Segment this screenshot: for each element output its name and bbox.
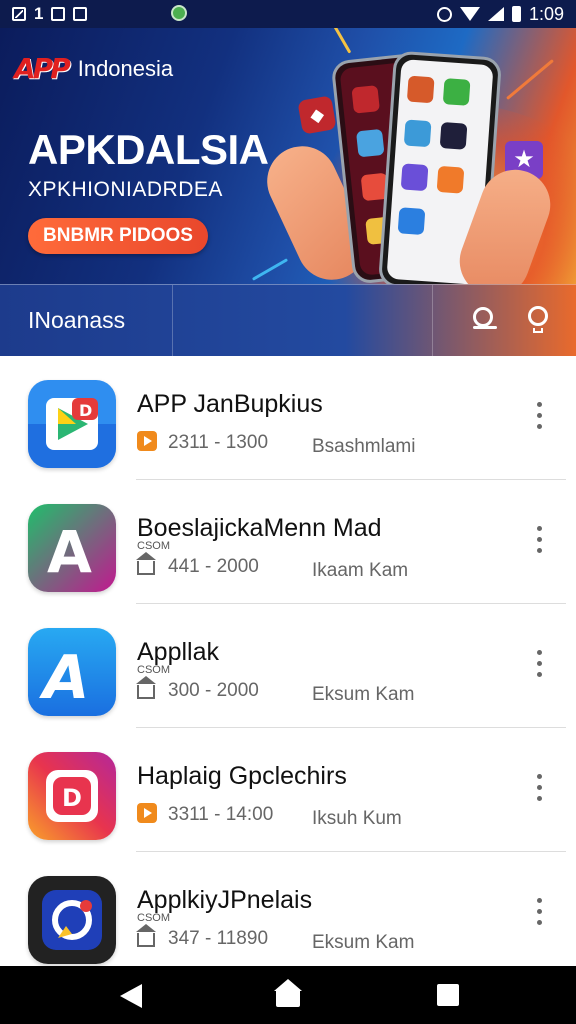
app-developer: Eksum Kam bbox=[312, 932, 415, 953]
list-item[interactable]: D Haplaig Gpclechirs 3311 - 14:00 Iksuh … bbox=[0, 728, 576, 852]
clock: 1:09 bbox=[528, 3, 564, 24]
more-options-icon[interactable] bbox=[532, 898, 548, 928]
app-name: Haplaig Gpclechirs bbox=[137, 762, 347, 790]
app-range: 441 - 2000 bbox=[168, 556, 259, 577]
list-item[interactable]: D APP JanBupkius 2311 - 1300 Bsashmlami bbox=[0, 356, 576, 480]
app-icon bbox=[28, 876, 116, 964]
app-developer: Bsashmlami bbox=[312, 436, 416, 457]
alarm-icon bbox=[436, 6, 452, 22]
red-app-badge-icon: ◆ bbox=[297, 95, 337, 135]
hero-title: APKDALSIA bbox=[28, 126, 269, 173]
app-list: D APP JanBupkius 2311 - 1300 Bsashmlami … bbox=[0, 356, 576, 966]
decor-line bbox=[251, 258, 289, 281]
app-developer: Ikaam Kam bbox=[312, 560, 409, 581]
app-small-label: CSOM bbox=[137, 664, 170, 676]
hero-banner[interactable]: APP Indonesia APKDALSIA XPKHIONIADRDEA B… bbox=[0, 28, 576, 284]
app-small-label: CSOM bbox=[137, 912, 170, 924]
more-options-icon[interactable] bbox=[532, 402, 548, 432]
home-icon bbox=[136, 552, 156, 575]
app-small-label: CSOM bbox=[137, 540, 170, 552]
svg-text:A: A bbox=[39, 643, 89, 713]
app-range: 347 - 11890 bbox=[168, 928, 269, 949]
strip-divider bbox=[172, 285, 173, 357]
system-nav-bar bbox=[0, 966, 576, 1024]
wifi-icon bbox=[459, 7, 480, 21]
search-icon[interactable] bbox=[470, 305, 500, 335]
status-left-icons: 1 bbox=[12, 4, 88, 24]
decor-line bbox=[328, 28, 352, 54]
back-icon[interactable] bbox=[120, 984, 142, 1008]
app-name: BoeslajickaMenn Mad bbox=[137, 514, 382, 542]
more-options-icon[interactable] bbox=[532, 650, 548, 680]
app-name: Appllak bbox=[137, 638, 219, 666]
svg-text:D: D bbox=[62, 784, 82, 812]
brand-name: Indonesia bbox=[77, 55, 174, 81]
list-item[interactable]: A Appllak CSOM 300 - 2000 Eksum Kam bbox=[0, 604, 576, 728]
svg-text:D: D bbox=[79, 401, 92, 420]
play-icon bbox=[137, 431, 157, 451]
category-label[interactable]: INoanass bbox=[28, 307, 125, 334]
status-right-icons: 1:09 bbox=[436, 3, 564, 25]
recent-apps-icon[interactable] bbox=[437, 984, 459, 1006]
bulb-icon[interactable] bbox=[524, 305, 554, 335]
cell-signal-icon bbox=[487, 7, 504, 21]
app-developer: Iksuh Kum bbox=[312, 808, 402, 829]
app-developer: Eksum Kam bbox=[312, 684, 415, 705]
notification-check-icon bbox=[12, 7, 26, 21]
battery-icon bbox=[511, 6, 521, 22]
app-icon: A bbox=[28, 504, 116, 592]
brand-logo[interactable]: APP Indonesia bbox=[14, 52, 173, 85]
home-icon bbox=[136, 676, 156, 699]
home-button-icon[interactable] bbox=[274, 979, 302, 1007]
app-notification-icon bbox=[73, 7, 88, 21]
app-icon: D bbox=[28, 752, 116, 840]
status-bar: 1 1:09 bbox=[0, 0, 576, 28]
app-icon: D bbox=[28, 380, 116, 468]
svg-text:A: A bbox=[47, 518, 92, 586]
category-strip: INoanass bbox=[0, 284, 576, 357]
decor-line bbox=[506, 59, 554, 100]
play-icon bbox=[137, 803, 157, 823]
home-icon bbox=[136, 924, 156, 947]
app-icon: A bbox=[28, 628, 116, 716]
hero-cta-button[interactable]: BNBMR PIDOOS bbox=[28, 218, 208, 254]
app-range: 300 - 2000 bbox=[168, 680, 259, 701]
app-name: APP JanBupkius bbox=[137, 390, 323, 418]
app-logo-mark: APP bbox=[14, 52, 71, 85]
notification-count: 1 bbox=[34, 4, 44, 23]
app-name: ApplkiyJPnelais bbox=[137, 886, 313, 914]
app-range: 2311 - 1300 bbox=[168, 432, 269, 453]
strip-divider bbox=[432, 285, 433, 357]
list-item[interactable]: ApplkiyJPnelais CSOM 347 - 11890 Eksum K… bbox=[0, 852, 576, 966]
more-options-icon[interactable] bbox=[532, 526, 548, 556]
image-notification-icon bbox=[51, 7, 66, 21]
green-status-dot-icon bbox=[171, 5, 187, 21]
list-item[interactable]: A BoeslajickaMenn Mad CSOM 441 - 2000 Ik… bbox=[0, 480, 576, 604]
app-range: 3311 - 14:00 bbox=[168, 804, 274, 825]
more-options-icon[interactable] bbox=[532, 774, 548, 804]
hero-subtitle: XPKHIONIADRDEA bbox=[28, 178, 223, 201]
